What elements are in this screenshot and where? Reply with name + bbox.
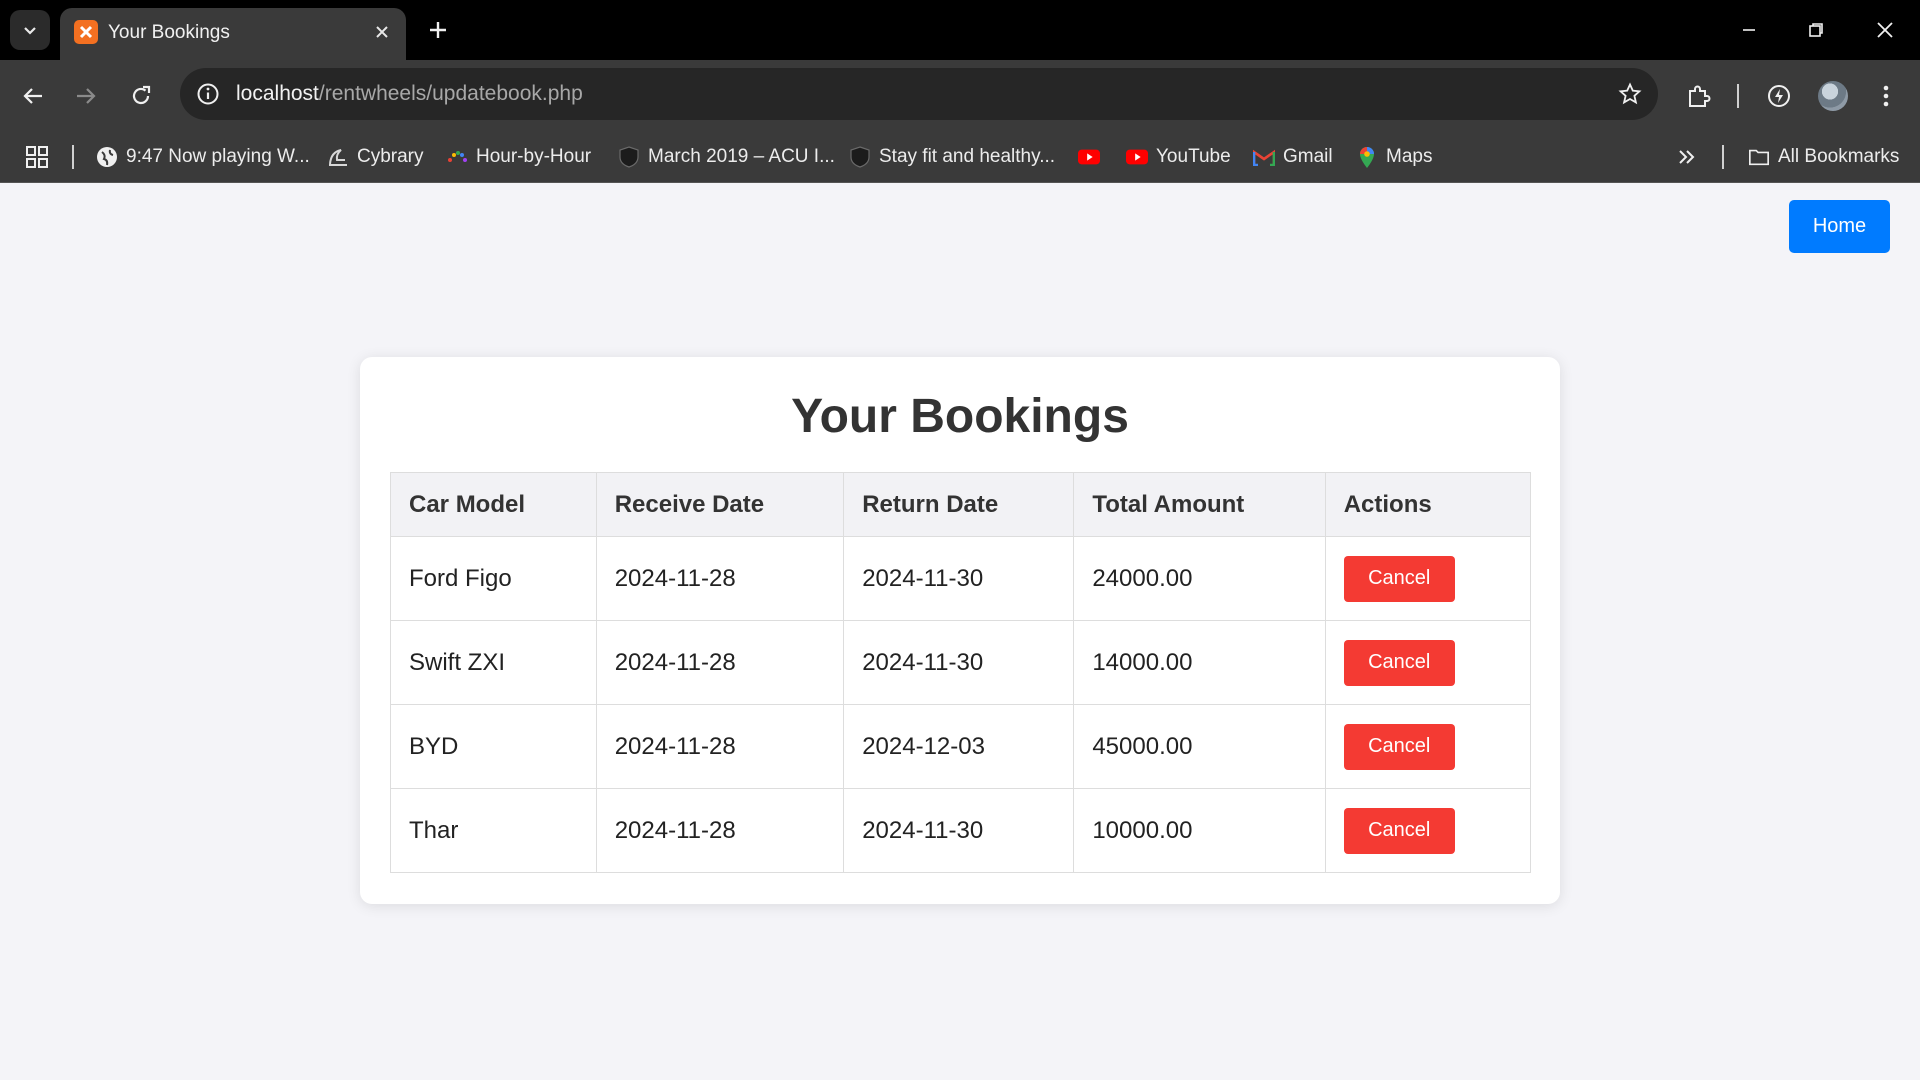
- back-arrow-icon[interactable]: [13, 76, 53, 116]
- url-text[interactable]: localhost/rentwheels/updatebook.php: [236, 82, 583, 106]
- forward-arrow-icon[interactable]: [66, 76, 106, 116]
- page-title: Your Bookings: [791, 390, 1129, 443]
- total-amount-cell: 14000.00: [1073, 620, 1326, 705]
- total-amount-cell: 24000.00: [1073, 536, 1326, 621]
- browser-toolbar: localhost/rentwheels/updatebook.php: [0, 60, 1920, 132]
- return-date-cell: 2024-11-30: [843, 620, 1075, 705]
- bookmark-label: Gmail: [1283, 146, 1333, 167]
- bookmarks-divider: [72, 145, 74, 169]
- close-window-icon[interactable]: [1860, 12, 1910, 48]
- bookmark-label: Hour-by-Hour: [476, 146, 592, 167]
- return-date-cell: 2024-11-30: [843, 788, 1075, 873]
- column-header-receive-date: Receive Date: [595, 472, 845, 537]
- new-tab-plus-icon[interactable]: [424, 12, 452, 48]
- bookmark-star-icon[interactable]: [1616, 80, 1644, 108]
- return-date-cell: 2024-11-30: [843, 536, 1075, 621]
- actions-cell: Cancel: [1324, 620, 1532, 705]
- cancel-booking-button[interactable]: Cancel: [1343, 807, 1455, 854]
- receive-date-cell: 2024-11-28: [595, 620, 845, 705]
- profile-avatar[interactable]: [1813, 76, 1853, 116]
- url-path: /rentwheels/updatebook.php: [318, 82, 583, 105]
- menu-kebab-icon[interactable]: [1866, 76, 1906, 116]
- tab-strip: Your Bookings: [0, 0, 1920, 60]
- cancel-booking-button[interactable]: Cancel: [1343, 639, 1455, 686]
- cancel-booking-button[interactable]: Cancel: [1343, 555, 1455, 602]
- close-tab-icon[interactable]: [368, 18, 396, 46]
- total-amount-cell: 45000.00: [1073, 704, 1326, 789]
- bookmark-label: March 2019 – ACU I...: [648, 146, 835, 167]
- column-header-actions: Actions: [1324, 472, 1532, 537]
- car-model-cell: BYD: [390, 704, 597, 789]
- column-header-total-amount: Total Amount: [1073, 472, 1326, 537]
- bookmark-maps[interactable]: Maps: [1356, 142, 1432, 172]
- car-model-cell: Ford Figo: [390, 536, 597, 621]
- folder-icon: [1748, 146, 1770, 168]
- gmail-icon: [1253, 146, 1275, 168]
- youtube-icon: [1078, 146, 1100, 168]
- toolbar-divider: [1737, 84, 1739, 108]
- apps-grid-icon[interactable]: [26, 142, 48, 172]
- performance-icon[interactable]: [1759, 76, 1799, 116]
- home-button[interactable]: Home: [1789, 200, 1890, 253]
- maps-icon: [1356, 146, 1378, 168]
- tab-title: Your Bookings: [108, 22, 230, 43]
- bookmark-gmail[interactable]: Gmail: [1253, 142, 1333, 172]
- column-header-return-date: Return Date: [843, 472, 1075, 537]
- all-bookmarks-label: All Bookmarks: [1778, 146, 1900, 167]
- bookmarks-bar: 9:47 Now playing W... Cybrary Hour-by-Ho…: [0, 132, 1920, 183]
- actions-cell: Cancel: [1324, 788, 1532, 873]
- car-model-cell: Thar: [390, 788, 597, 873]
- avatar: [1818, 81, 1848, 111]
- table-header-row: Car Model Receive Date Return Date Total…: [390, 472, 1532, 537]
- car-model-cell: Swift ZXI: [390, 620, 597, 705]
- table-row: BYD 2024-11-28 2024-12-03 45000.00 Cance…: [390, 704, 1532, 789]
- bookmark-label: YouTube: [1156, 146, 1231, 167]
- column-header-car-model: Car Model: [390, 472, 597, 537]
- weather-icon: [446, 146, 468, 168]
- table-row: Ford Figo 2024-11-28 2024-11-30 24000.00…: [390, 536, 1532, 621]
- minimize-icon[interactable]: [1724, 12, 1774, 48]
- bookmark-youtube[interactable]: YouTube: [1126, 142, 1231, 172]
- table-row: Thar 2024-11-28 2024-11-30 10000.00 Canc…: [390, 788, 1532, 873]
- receive-date-cell: 2024-11-28: [595, 788, 845, 873]
- reload-icon[interactable]: [121, 76, 161, 116]
- shield-icon: [618, 146, 640, 168]
- bookmark-label: 9:47 Now playing W...: [126, 146, 310, 167]
- cybrary-icon: [327, 146, 349, 168]
- chevron-down-icon: [24, 27, 36, 35]
- bookmark-cybrary[interactable]: Cybrary: [327, 142, 424, 172]
- xampp-favicon-icon: [74, 20, 98, 44]
- bookmark-label: Maps: [1386, 146, 1433, 167]
- shield-icon: [849, 146, 871, 168]
- bookmark-march-2019[interactable]: March 2019 – ACU I...: [618, 142, 835, 172]
- globe-icon: [96, 146, 118, 168]
- address-bar[interactable]: localhost/rentwheels/updatebook.php: [180, 68, 1658, 120]
- all-bookmarks-button[interactable]: All Bookmarks: [1748, 142, 1899, 172]
- actions-cell: Cancel: [1324, 536, 1532, 621]
- extensions-puzzle-icon[interactable]: [1679, 76, 1719, 116]
- bookmark-label: Stay fit and healthy...: [879, 146, 1056, 167]
- table-row: Swift ZXI 2024-11-28 2024-11-30 14000.00…: [390, 620, 1532, 705]
- restore-icon[interactable]: [1791, 12, 1841, 48]
- actions-cell: Cancel: [1324, 704, 1532, 789]
- bookings-table: Car Model Receive Date Return Date Total…: [390, 472, 1532, 873]
- bookmarks-divider: [1722, 145, 1724, 169]
- bookmark-label: Cybrary: [357, 146, 424, 167]
- more-bookmarks-chevron-icon[interactable]: [1678, 142, 1696, 172]
- bookings-card: Your Bookings Car Model Receive Date Ret…: [360, 357, 1560, 904]
- receive-date-cell: 2024-11-28: [595, 536, 845, 621]
- bookmark-hour-by-hour[interactable]: Hour-by-Hour: [446, 142, 591, 172]
- active-tab[interactable]: Your Bookings: [60, 8, 406, 60]
- tab-search-button[interactable]: [10, 10, 50, 50]
- bookmark-youtube-video[interactable]: [1078, 142, 1100, 172]
- receive-date-cell: 2024-11-28: [595, 704, 845, 789]
- bookmark-stay-fit[interactable]: Stay fit and healthy...: [849, 142, 1055, 172]
- site-info-icon[interactable]: [194, 80, 222, 108]
- bookmark-now-playing[interactable]: 9:47 Now playing W...: [96, 142, 310, 172]
- url-host: localhost: [236, 82, 319, 105]
- youtube-icon: [1126, 146, 1148, 168]
- cancel-booking-button[interactable]: Cancel: [1343, 723, 1455, 770]
- return-date-cell: 2024-12-03: [843, 704, 1075, 789]
- total-amount-cell: 10000.00: [1073, 788, 1326, 873]
